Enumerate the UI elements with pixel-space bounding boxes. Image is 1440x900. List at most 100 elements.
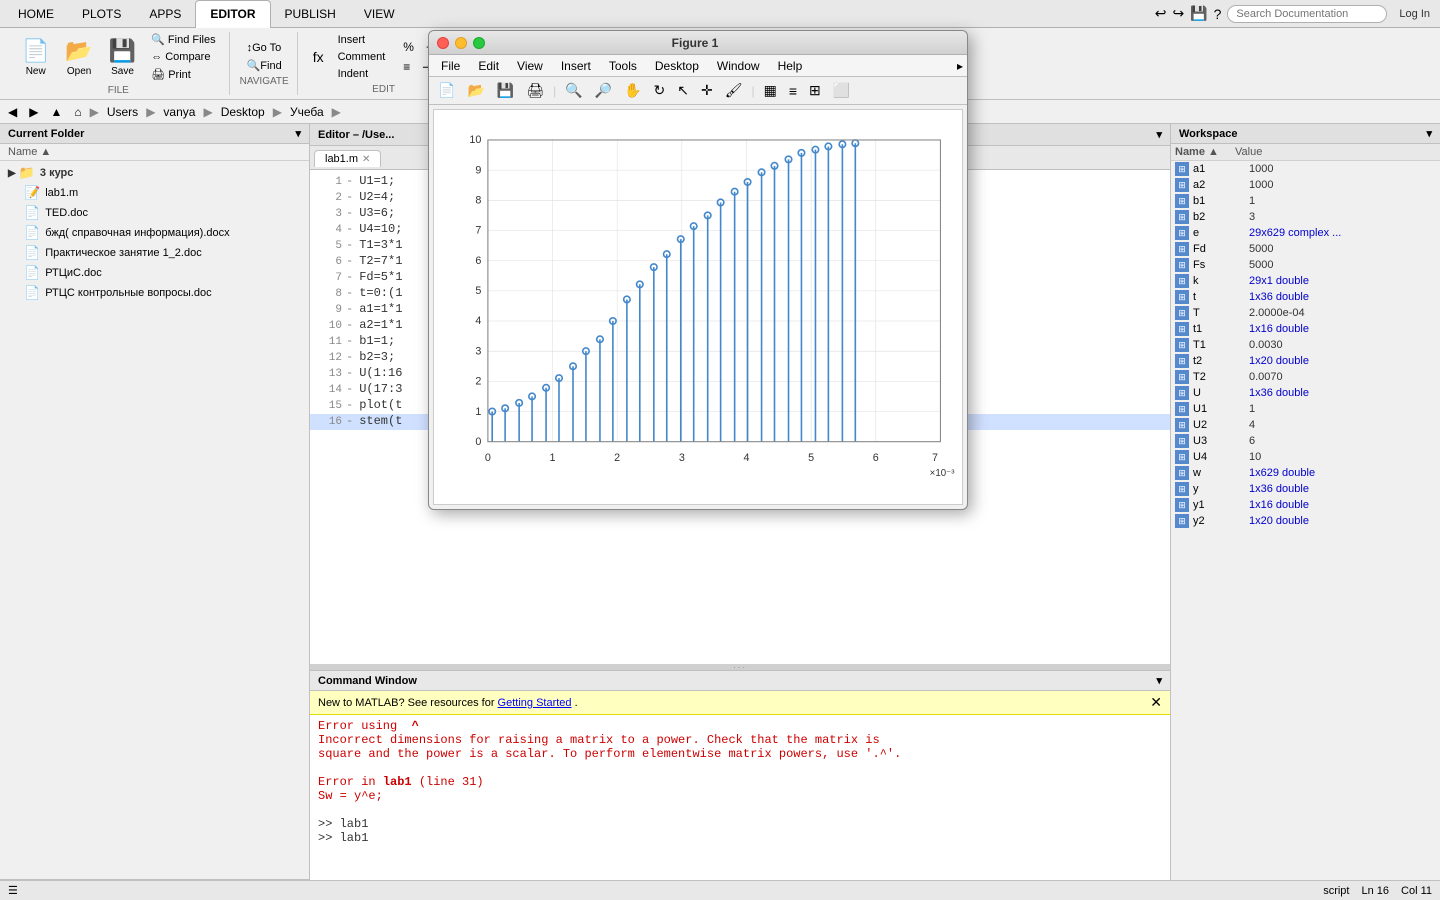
goto-button[interactable]: ↕ Go To <box>242 40 287 56</box>
ws-item-a2[interactable]: ⊞ a2 1000 <box>1171 177 1440 193</box>
tab-close-lab1m[interactable]: ✕ <box>362 154 370 165</box>
ws-item-t2[interactable]: ⊞ t2 1x20 double <box>1171 353 1440 369</box>
fig-colorbar-btn[interactable]: ▦ <box>759 80 782 101</box>
notice-close-icon[interactable]: ✕ <box>1150 694 1162 711</box>
fig-menu-arrow[interactable]: ▸ <box>957 59 963 73</box>
ws-item-fd[interactable]: ⊞ Fd 5000 <box>1171 241 1440 257</box>
fig-menu-tools[interactable]: Tools <box>601 57 645 75</box>
breadcrumb-vanya[interactable]: vanya <box>159 104 199 120</box>
ws-item-b1[interactable]: ⊞ b1 1 <box>1171 193 1440 209</box>
find-button[interactable]: 🔍 Find <box>242 57 287 74</box>
fig-save-btn[interactable]: 💾 <box>492 80 519 101</box>
save-icon[interactable]: 💾 <box>1190 5 1207 22</box>
indent-button[interactable]: Indent <box>333 66 391 82</box>
ws-item-T1[interactable]: ⊞ T1 0.0030 <box>1171 337 1440 353</box>
fig-menu-edit[interactable]: Edit <box>470 57 507 75</box>
fig-legend-btn[interactable]: ≡ <box>784 81 802 101</box>
tab-editor[interactable]: EDITOR <box>195 0 270 28</box>
back-button[interactable]: ◀ <box>4 104 21 120</box>
fig-datacursor-btn[interactable]: ✛ <box>696 80 718 101</box>
ws-item-a1[interactable]: ⊞ a1 1000 <box>1171 161 1440 177</box>
current-folder-options-icon[interactable]: ▾ <box>295 127 301 140</box>
ws-item-w[interactable]: ⊞ w 1x629 double <box>1171 465 1440 481</box>
find-files-button[interactable]: 🔍 Find Files <box>146 31 220 48</box>
ws-item-T2[interactable]: ⊞ T2 0.0070 <box>1171 369 1440 385</box>
bottom-menu-icon[interactable]: ☰ <box>8 884 18 897</box>
up-button[interactable]: ▲ <box>46 104 66 120</box>
fig-cursor-btn[interactable]: ↖ <box>672 80 694 101</box>
fig-menu-file[interactable]: File <box>433 57 468 75</box>
fig-menu-view[interactable]: View <box>509 57 551 75</box>
getting-started-link[interactable]: Getting Started <box>498 697 572 709</box>
tab-publish[interactable]: PUBLISH <box>271 0 350 28</box>
tab-plots[interactable]: PLOTS <box>68 0 135 28</box>
fig-zoom-out-btn[interactable]: 🔎 <box>590 80 617 101</box>
fig-rotate-btn[interactable]: ↻ <box>649 80 671 101</box>
save-button[interactable]: 💾 Save <box>103 34 142 81</box>
ws-item-U4[interactable]: ⊞ U4 10 <box>1171 449 1440 465</box>
fig-menu-help[interactable]: Help <box>770 57 811 75</box>
file-practice[interactable]: 📄 Практическое занятие 1_2.doc <box>0 243 309 263</box>
ws-item-y[interactable]: ⊞ y 1x36 double <box>1171 481 1440 497</box>
fig-menu-window[interactable]: Window <box>709 57 768 75</box>
search-input[interactable] <box>1227 5 1387 23</box>
undo-icon[interactable]: ↩ <box>1155 5 1167 22</box>
fig-zoom-in-btn[interactable]: 🔍 <box>560 80 587 101</box>
ws-item-e[interactable]: ⊞ e 29x629 complex ... <box>1171 225 1440 241</box>
print-button[interactable]: 🖨 Print <box>146 66 220 83</box>
file-lab1m[interactable]: 📝 lab1.m <box>0 183 309 203</box>
fig-print-btn[interactable]: 🖨 <box>521 80 549 101</box>
file-bjd[interactable]: 📄 бжд( справочная информация).docx <box>0 223 309 243</box>
redo-icon[interactable]: ↪ <box>1172 5 1184 22</box>
ws-item-y2[interactable]: ⊞ y2 1x20 double <box>1171 513 1440 529</box>
tab-home[interactable]: HOME <box>4 0 68 28</box>
fig-pan-btn[interactable]: ✋ <box>619 80 646 101</box>
ws-item-k[interactable]: ⊞ k 29x1 double <box>1171 273 1440 289</box>
home-folder-icon[interactable]: ⌂ <box>70 104 85 120</box>
file-rtcs-questions[interactable]: 📄 РТЦС контрольные вопросы.doc <box>0 283 309 303</box>
ws-item-t1[interactable]: ⊞ t1 1x16 double <box>1171 321 1440 337</box>
comment-button[interactable]: Comment <box>333 49 391 65</box>
fig-subplot-btn[interactable]: ⊞ <box>804 80 826 101</box>
file-ted[interactable]: 📄 TED.doc <box>0 203 309 223</box>
help-icon[interactable]: ? <box>1214 6 1222 22</box>
breadcrumb-users[interactable]: Users <box>103 104 142 120</box>
ws-item-fs[interactable]: ⊞ Fs 5000 <box>1171 257 1440 273</box>
tab-view[interactable]: VIEW <box>350 0 409 28</box>
ws-item-t[interactable]: ⊞ t 1x36 double <box>1171 289 1440 305</box>
fig-menu-insert[interactable]: Insert <box>553 57 599 75</box>
ws-item-U2[interactable]: ⊞ U2 4 <box>1171 417 1440 433</box>
workspace-options-icon[interactable]: ▾ <box>1426 127 1432 140</box>
tab-apps[interactable]: APPS <box>135 0 195 28</box>
breadcrumb-uceba[interactable]: Учеба <box>286 104 328 120</box>
fig-brush-btn[interactable]: 🖌 <box>720 80 748 101</box>
folder-3kurs[interactable]: ▶ 📁 3 курс <box>0 163 309 183</box>
ws-item-U[interactable]: ⊞ U 1x36 double <box>1171 385 1440 401</box>
ws-item-b2[interactable]: ⊞ b2 3 <box>1171 209 1440 225</box>
ws-item-y1[interactable]: ⊞ y1 1x16 double <box>1171 497 1440 513</box>
editor-options-icon[interactable]: ▾ <box>1156 128 1162 141</box>
pct-button[interactable]: % <box>398 38 419 56</box>
file-rtcis[interactable]: 📄 РТЦиС.doc <box>0 263 309 283</box>
ws-item-U3[interactable]: ⊞ U3 6 <box>1171 433 1440 449</box>
login-button[interactable]: Log In <box>1393 6 1436 22</box>
align-btn[interactable]: ≡ <box>398 58 415 76</box>
new-button[interactable]: 📄 New <box>16 34 55 81</box>
fig-menu-desktop[interactable]: Desktop <box>647 57 707 75</box>
fig-open-btn[interactable]: 📂 <box>462 80 489 101</box>
breadcrumb-desktop[interactable]: Desktop <box>217 104 269 120</box>
cmd-options-icon[interactable]: ▾ <box>1156 674 1162 687</box>
ws-item-U1[interactable]: ⊞ U1 1 <box>1171 401 1440 417</box>
fig-close-button[interactable] <box>437 37 449 49</box>
ws-item-T[interactable]: ⊞ T 2.0000e-04 <box>1171 305 1440 321</box>
fig-new-btn[interactable]: 📄 <box>433 80 460 101</box>
fig-minimize-button[interactable] <box>455 37 467 49</box>
forward-button[interactable]: ▶ <box>25 104 42 120</box>
fig-maximize-button[interactable] <box>473 37 485 49</box>
fx-button[interactable]: fx <box>308 47 329 67</box>
open-button[interactable]: 📂 Open <box>59 34 98 81</box>
editor-tab-lab1m[interactable]: lab1.m ✕ <box>314 150 381 167</box>
insert-button[interactable]: Insert <box>333 32 391 48</box>
compare-button[interactable]: ⇔ Compare <box>146 49 220 65</box>
fig-axis-btn[interactable]: ⬜ <box>828 80 855 101</box>
